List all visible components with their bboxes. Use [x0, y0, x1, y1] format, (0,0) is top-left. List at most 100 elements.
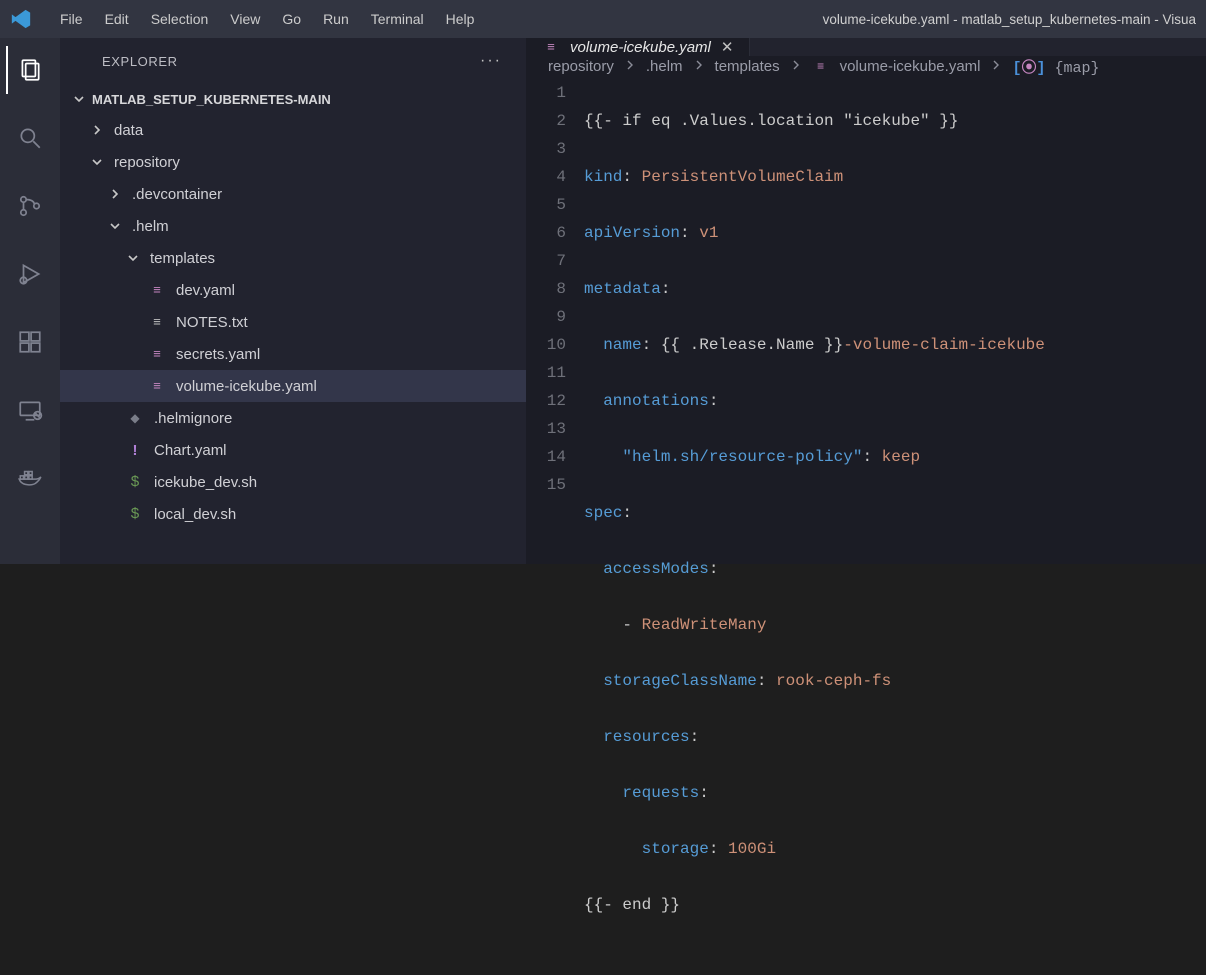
code-line[interactable]: accessModes: — [584, 555, 1206, 583]
editor-tabs: ≡ volume-icekube.yaml ✕ — [526, 38, 1206, 56]
file-label: local_dev.sh — [154, 506, 236, 523]
code-line[interactable]: resources: — [584, 723, 1206, 751]
folder-label: .helm — [132, 218, 169, 235]
file-dev-yaml[interactable]: ≡ dev.yaml — [60, 274, 526, 306]
line-number: 5 — [526, 191, 566, 219]
yaml-file-icon: ≡ — [812, 60, 830, 74]
code-line[interactable]: name: {{ .Release.Name }}-volume-claim-i… — [584, 331, 1206, 359]
explorer-more-icon[interactable]: ··· — [480, 52, 502, 70]
code-line[interactable]: storageClassName: rook-ceph-fs — [584, 667, 1206, 695]
file-label: volume-icekube.yaml — [176, 378, 317, 395]
code-line[interactable]: annotations: — [584, 387, 1206, 415]
code-line[interactable]: metadata: — [584, 275, 1206, 303]
explorer-sidebar: EXPLORER ··· MATLAB_SETUP_KUBERNETES-MAI… — [60, 38, 526, 564]
line-number: 2 — [526, 107, 566, 135]
code-line[interactable]: {{- end }} — [584, 891, 1206, 919]
explorer-title: EXPLORER — [102, 54, 178, 69]
line-number: 9 — [526, 303, 566, 331]
file-label: dev.yaml — [176, 282, 235, 299]
source-control-icon[interactable] — [6, 188, 54, 224]
chevron-down-icon — [72, 92, 86, 106]
line-number: 15 — [526, 471, 566, 499]
window-title: volume-icekube.yaml - matlab_setup_kuber… — [490, 12, 1196, 27]
extensions-icon[interactable] — [6, 324, 54, 360]
menu-selection[interactable]: Selection — [141, 7, 219, 31]
line-number: 7 — [526, 247, 566, 275]
menu-view[interactable]: View — [220, 7, 270, 31]
close-icon[interactable]: ✕ — [721, 38, 734, 56]
menu-file[interactable]: File — [50, 7, 93, 31]
ignore-file-icon: ◆ — [126, 411, 144, 425]
folder-label: templates — [150, 250, 215, 267]
folder-repository[interactable]: repository — [60, 146, 526, 178]
code-line[interactable]: requests: — [584, 779, 1206, 807]
chevron-down-icon — [90, 155, 104, 169]
file-label: Chart.yaml — [154, 442, 227, 459]
folder-label: repository — [114, 154, 180, 171]
tab-label: volume-icekube.yaml — [570, 39, 711, 56]
yaml-file-icon: ≡ — [148, 283, 166, 298]
search-icon[interactable] — [6, 120, 54, 156]
shell-file-icon: $ — [126, 474, 144, 491]
breadcrumb-segment[interactable]: volume-icekube.yaml — [840, 58, 981, 75]
line-number: 13 — [526, 415, 566, 443]
chevron-down-icon — [126, 251, 140, 265]
folder-label: .devcontainer — [132, 186, 222, 203]
breadcrumb-symbol[interactable]: [⦿] {map} — [1012, 56, 1099, 77]
activity-bar — [0, 38, 60, 564]
file-notes-txt[interactable]: ≡ NOTES.txt — [60, 306, 526, 338]
file-label: icekube_dev.sh — [154, 474, 257, 491]
file-icekube-dev-sh[interactable]: $ icekube_dev.sh — [60, 466, 526, 498]
project-root[interactable]: MATLAB_SETUP_KUBERNETES-MAIN — [60, 84, 526, 114]
run-debug-icon[interactable] — [6, 256, 54, 292]
yaml-file-icon: ≡ — [148, 347, 166, 362]
breadcrumb-segment[interactable]: .helm — [646, 58, 683, 75]
menu-help[interactable]: Help — [436, 7, 485, 31]
line-number: 4 — [526, 163, 566, 191]
shell-file-icon: $ — [126, 506, 144, 523]
file-tree: data repository .devcontainer .helm temp… — [60, 114, 526, 530]
file-chart-yaml[interactable]: ! Chart.yaml — [60, 434, 526, 466]
menu-go[interactable]: Go — [272, 7, 311, 31]
code-line[interactable]: storage: 100Gi — [584, 835, 1206, 863]
yaml-file-icon: ≡ — [148, 379, 166, 394]
menu-terminal[interactable]: Terminal — [361, 7, 434, 31]
code-line[interactable]: apiVersion: v1 — [584, 219, 1206, 247]
line-number: 3 — [526, 135, 566, 163]
folder-templates[interactable]: templates — [60, 242, 526, 274]
breadcrumb[interactable]: repository .helm templates ≡ volume-icek… — [526, 56, 1206, 77]
menu-edit[interactable]: Edit — [95, 7, 139, 31]
code-line[interactable]: kind: PersistentVolumeClaim — [584, 163, 1206, 191]
breadcrumb-segment[interactable]: templates — [715, 58, 780, 75]
file-local-dev-sh[interactable]: $ local_dev.sh — [60, 498, 526, 530]
explorer-icon[interactable] — [6, 52, 54, 88]
code-line[interactable]: spec: — [584, 499, 1206, 527]
file-volume-icekube-yaml[interactable]: ≡ volume-icekube.yaml — [60, 370, 526, 402]
file-secrets-yaml[interactable]: ≡ secrets.yaml — [60, 338, 526, 370]
line-number: 14 — [526, 443, 566, 471]
docker-icon[interactable] — [6, 460, 54, 496]
breadcrumb-segment[interactable]: repository — [548, 58, 614, 75]
chevron-right-icon — [790, 58, 802, 75]
file-label: NOTES.txt — [176, 314, 248, 331]
file-helmignore[interactable]: ◆ .helmignore — [60, 402, 526, 434]
chevron-right-icon — [990, 58, 1002, 75]
menu-run[interactable]: Run — [313, 7, 359, 31]
chevron-right-icon — [693, 58, 705, 75]
code-line[interactable]: - ReadWriteMany — [584, 611, 1206, 639]
line-number: 8 — [526, 275, 566, 303]
remote-explorer-icon[interactable] — [6, 392, 54, 428]
line-gutter: 1 2 3 4 5 6 7 8 9 10 11 12 13 14 15 — [526, 79, 584, 975]
code-line[interactable]: {{- if eq .Values.location "icekube" }} — [584, 107, 1206, 135]
line-number: 12 — [526, 387, 566, 415]
tab-volume-icekube[interactable]: ≡ volume-icekube.yaml ✕ — [526, 38, 750, 56]
code-lines[interactable]: {{- if eq .Values.location "icekube" }} … — [584, 79, 1206, 975]
folder-devcontainer[interactable]: .devcontainer — [60, 178, 526, 210]
chevron-down-icon — [108, 219, 122, 233]
folder-data[interactable]: data — [60, 114, 526, 146]
code-editor[interactable]: 1 2 3 4 5 6 7 8 9 10 11 12 13 14 15 {{- … — [526, 77, 1206, 975]
file-label: secrets.yaml — [176, 346, 260, 363]
folder-helm[interactable]: .helm — [60, 210, 526, 242]
file-label: .helmignore — [154, 410, 232, 427]
code-line[interactable]: "helm.sh/resource-policy": keep — [584, 443, 1206, 471]
